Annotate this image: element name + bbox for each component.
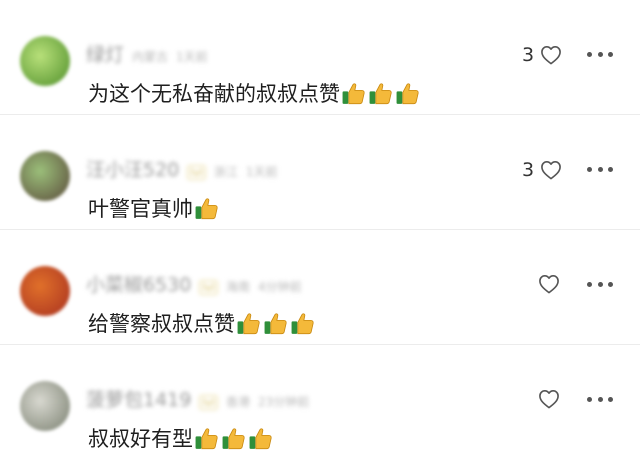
comment-list: 绿灯 内蒙古 1天前 为这个无私奋献的叔叔点赞 3 汪小汪520 lvl 浙江 … [0,0,640,460]
thumbs-up-emoji-group [194,426,273,451]
like-count: 3 [522,159,535,181]
comment-time: 4分钟前 [258,280,302,294]
thumbs-up-emoji-group [194,196,219,221]
more-dots-icon [587,51,592,57]
comment-item-3: 小菜椒6530 lvl 海南 4分钟前 给警察叔叔点赞 [0,230,640,345]
comment-meta: 汪小汪520 lvl 浙江 1天前 [86,155,278,182]
more-options-button[interactable] [587,44,613,64]
comment-body: 为这个无私奋献的叔叔点赞 [88,82,340,106]
ip-region: 内蒙古 [132,50,169,64]
avatar[interactable] [20,266,70,316]
username[interactable]: 汪小汪520 [86,155,179,182]
avatar[interactable] [20,151,70,201]
comment-time: 1天前 [176,50,208,64]
like-count: 3 [522,44,535,66]
thumbs-up-emoji [291,312,314,334]
thumbs-up-emoji [369,82,392,104]
comment-item-1: 绿灯 内蒙古 1天前 为这个无私奋献的叔叔点赞 3 [0,0,640,115]
thumbs-up-emoji-group [341,81,420,106]
comment-body: 给警察叔叔点赞 [88,312,235,336]
thumbs-up-emoji [195,197,218,219]
comment-item-4: 菠萝包1419 lvl 香港 23分钟前 叔叔好有型 [0,345,640,460]
comment-meta: 小菜椒6530 lvl 海南 4分钟前 [86,270,302,297]
ip-region: 浙江 [213,165,238,179]
comment-body: 叔叔好有型 [88,427,193,451]
thumbs-up-emoji [396,82,419,104]
thumbs-up-emoji-group [236,311,315,336]
comment-text: 给警察叔叔点赞 [88,308,315,338]
more-dots-icon [587,396,592,402]
comment-text: 为这个无私奋献的叔叔点赞 [88,78,420,108]
thumbs-up-emoji [195,427,218,449]
comment-item-2: 汪小汪520 lvl 浙江 1天前 叶警官真帅 3 [0,115,640,230]
comment-body: 叶警官真帅 [88,197,193,221]
heart-outline-icon [541,46,562,65]
like-button[interactable]: 3 [522,44,562,66]
heart-outline-icon [539,390,559,409]
more-options-button[interactable] [587,159,613,179]
user-level-badge: lvl [187,165,206,180]
username[interactable]: 小菜椒6530 [86,270,191,297]
like-button[interactable] [522,389,560,409]
more-dots-icon [587,166,592,172]
avatar[interactable] [20,381,70,431]
comment-meta: 绿灯 内蒙古 1天前 [86,40,208,67]
thumbs-up-emoji [342,82,365,104]
ip-region: 海南 [225,280,250,294]
thumbs-up-emoji [264,312,287,334]
user-level-badge: lvl [199,280,218,295]
like-button[interactable] [522,274,560,294]
comment-time: 23分钟前 [258,395,310,409]
thumbs-up-emoji [249,427,272,449]
like-button[interactable]: 3 [522,159,562,181]
avatar[interactable] [20,36,70,86]
comment-text: 叶警官真帅 [88,193,219,223]
comment-time: 1天前 [245,165,278,179]
more-options-button[interactable] [587,389,613,409]
ip-region: 香港 [225,395,250,409]
comment-text: 叔叔好有型 [88,423,273,453]
heart-outline-icon [539,275,559,294]
more-dots-icon [587,281,592,287]
user-level-badge: lvl [199,395,218,410]
more-options-button[interactable] [587,274,613,294]
thumbs-up-emoji [222,427,245,449]
username[interactable]: 菠萝包1419 [86,385,191,412]
thumbs-up-emoji [237,312,260,334]
comment-meta: 菠萝包1419 lvl 香港 23分钟前 [86,385,309,412]
heart-outline-icon [541,161,562,180]
username[interactable]: 绿灯 [86,40,124,67]
